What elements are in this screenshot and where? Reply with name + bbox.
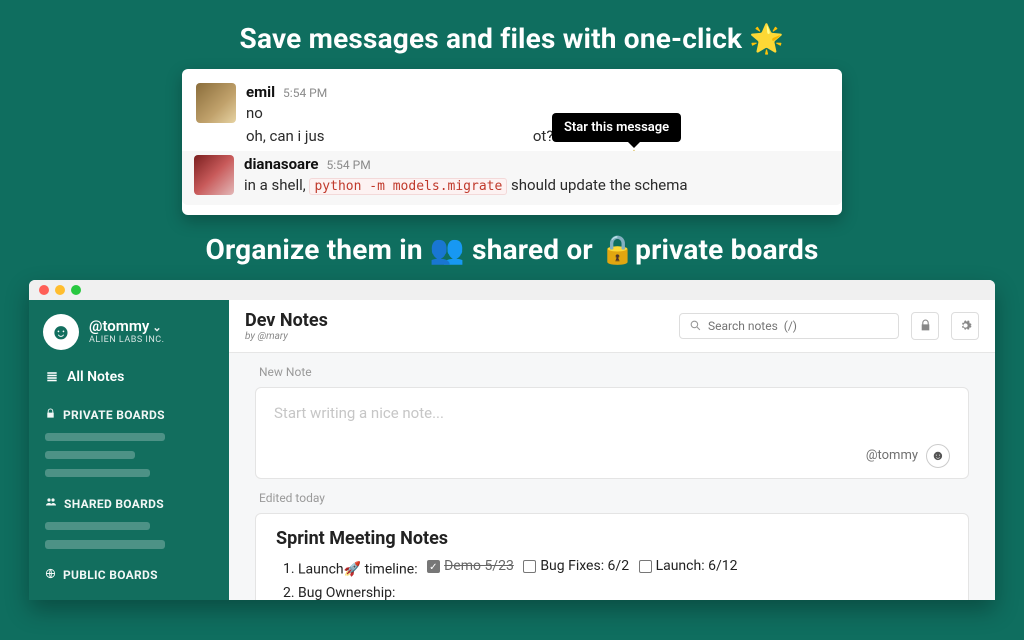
task-chip-done[interactable]: Demo 5/23 xyxy=(427,555,514,579)
message-text: oh, can i jus xxxxxxxxxxxxxxxxxxxxxxxxxx… xyxy=(246,125,824,148)
checkbox-icon xyxy=(639,560,652,573)
note-text: Launch xyxy=(298,561,344,577)
window-titlebar xyxy=(29,280,995,300)
hero-2-text: shared or xyxy=(465,233,600,266)
search-input-wrap[interactable] xyxy=(679,313,899,339)
window-minimize-button[interactable] xyxy=(55,285,65,295)
chat-preview-card: emil 5:54 PM no oh, can i jus xxxxxxxxxx… xyxy=(182,69,842,215)
sidebar-board-placeholder[interactable] xyxy=(45,522,150,530)
message-text-fragment: in a shell, xyxy=(244,176,309,194)
sidebar-section-shared[interactable]: SHARED BOARDS xyxy=(29,482,229,517)
list-icon: ≣ xyxy=(45,369,59,385)
note-compose[interactable]: Start writing a nice note... @tommy ☻ xyxy=(255,387,969,479)
people-icon xyxy=(45,496,57,511)
message-body: dianasoare 5:54 PM in a shell, python -m… xyxy=(244,155,826,197)
checkbox-icon xyxy=(523,560,536,573)
message-body: emil 5:54 PM no oh, can i jus xxxxxxxxxx… xyxy=(246,83,824,147)
sidebar-section-private[interactable]: PRIVATE BOARDS xyxy=(29,394,229,428)
sidebar-board-placeholder[interactable] xyxy=(45,540,165,548)
compose-placeholder: Start writing a nice note... xyxy=(274,404,950,444)
inline-code: python -m models.migrate xyxy=(309,178,507,195)
chip-label: Bug Fixes: 6/2 xyxy=(540,555,629,579)
globe-icon xyxy=(45,568,56,582)
board-title-block: Dev Notes by @mary xyxy=(245,310,328,342)
sidebar-item-all-notes[interactable]: ≣ All Notes xyxy=(29,360,229,394)
note-list-item: Bug Ownership: xyxy=(298,582,948,600)
settings-button[interactable] xyxy=(951,312,979,340)
chat-message: emil 5:54 PM no oh, can i jus xxxxxxxxxx… xyxy=(194,79,826,151)
sidebar-user[interactable]: ☻ @tommy⌄ ALIEN LABS INC. xyxy=(29,312,229,360)
avatar xyxy=(196,83,236,123)
search-icon xyxy=(689,319,702,332)
rocket-icon: 🚀 xyxy=(344,561,361,577)
org-name: ALIEN LABS INC. xyxy=(89,335,165,345)
app-window: ☻ @tommy⌄ ALIEN LABS INC. ≣ All Notes PR… xyxy=(29,280,995,600)
task-chip[interactable]: Bug Fixes: 6/2 xyxy=(523,555,629,579)
sidebar-section-public[interactable]: PUBLIC BOARDS xyxy=(29,554,229,588)
privacy-toggle-button[interactable] xyxy=(911,312,939,340)
note-title: Sprint Meeting Notes xyxy=(276,528,948,549)
gear-icon xyxy=(959,319,972,332)
sparkle-star-icon: 🌟 xyxy=(749,22,784,55)
message-header: emil 5:54 PM xyxy=(246,83,824,101)
hero-2-text: Organize them in xyxy=(205,233,429,266)
message-username: dianasoare xyxy=(244,155,319,173)
hero-headline-2: Organize them in 👥 shared or 🔒private bo… xyxy=(0,215,1024,280)
board-byline: by @mary xyxy=(245,331,328,342)
note-list: Launch🚀 timeline: Demo 5/23 Bug Fixes: 6… xyxy=(276,555,948,600)
sidebar-section-label: PRIVATE BOARDS xyxy=(63,408,165,422)
note-list-item: Launch🚀 timeline: Demo 5/23 Bug Fixes: 6… xyxy=(298,555,948,582)
message-header: dianasoare 5:54 PM xyxy=(244,155,826,173)
section-label-new-note: New Note xyxy=(229,353,995,387)
sidebar-user-meta: @tommy⌄ ALIEN LABS INC. xyxy=(89,318,165,346)
hero-2-text: private boards xyxy=(635,233,818,266)
task-chip[interactable]: Launch: 6/12 xyxy=(639,555,738,579)
lock-icon: 🔒 xyxy=(600,233,635,266)
app-body: ☻ @tommy⌄ ALIEN LABS INC. ≣ All Notes PR… xyxy=(29,300,995,600)
message-text-fragment: should update the schema xyxy=(507,176,687,194)
chip-label: Launch: 6/12 xyxy=(656,555,738,579)
user-avatar-icon: ☻ xyxy=(43,314,79,350)
board-title: Dev Notes xyxy=(245,310,328,331)
chip-label: Demo 5/23 xyxy=(444,555,514,579)
chat-message: dianasoare 5:54 PM in a shell, python -m… xyxy=(182,151,842,205)
note-card[interactable]: Sprint Meeting Notes Launch🚀 timeline: D… xyxy=(255,513,969,600)
note-text: timeline: xyxy=(361,561,418,577)
tooltip-text: Star this message xyxy=(564,120,669,135)
sidebar-item-label: All Notes xyxy=(67,369,124,385)
hero-headline-1: Save messages and files with one-click 🌟 xyxy=(0,0,1024,69)
message-text-fragment: ot? xyxy=(533,127,554,145)
hero-1-text: Save messages and files with one-click xyxy=(240,22,750,55)
window-zoom-button[interactable] xyxy=(71,285,81,295)
main-panel: Dev Notes by @mary New Note Start writin… xyxy=(229,300,995,600)
message-text: no xyxy=(246,102,824,125)
lock-icon xyxy=(919,319,932,332)
message-username: emil xyxy=(246,83,275,101)
sidebar-board-placeholder[interactable] xyxy=(45,433,165,441)
section-label-edited: Edited today xyxy=(229,479,995,513)
message-text: in a shell, python -m models.migrate sho… xyxy=(244,174,826,197)
sidebar-board-placeholder[interactable] xyxy=(45,451,135,459)
lock-icon xyxy=(45,408,56,422)
author-avatar-icon: ☻ xyxy=(926,444,950,468)
user-handle: @tommy⌄ xyxy=(89,318,165,335)
message-text-fragment: oh, can i jus xyxy=(246,127,324,145)
avatar xyxy=(194,155,234,195)
compose-footer: @tommy ☻ xyxy=(274,444,950,468)
star-tooltip: Star this message xyxy=(552,113,681,142)
sidebar-section-label: PUBLIC BOARDS xyxy=(63,568,158,582)
sidebar: ☻ @tommy⌄ ALIEN LABS INC. ≣ All Notes PR… xyxy=(29,300,229,600)
search-input[interactable] xyxy=(708,319,889,333)
window-close-button[interactable] xyxy=(39,285,49,295)
message-timestamp: 5:54 PM xyxy=(327,158,371,172)
compose-author: @tommy xyxy=(866,448,918,463)
message-timestamp: 5:54 PM xyxy=(283,86,327,100)
silhouette-icon: 👥 xyxy=(430,233,465,266)
main-header: Dev Notes by @mary xyxy=(229,300,995,353)
sidebar-section-label: SHARED BOARDS xyxy=(64,497,164,511)
chevron-down-icon: ⌄ xyxy=(152,321,161,334)
sidebar-board-placeholder[interactable] xyxy=(45,469,150,477)
checkbox-checked-icon xyxy=(427,560,440,573)
